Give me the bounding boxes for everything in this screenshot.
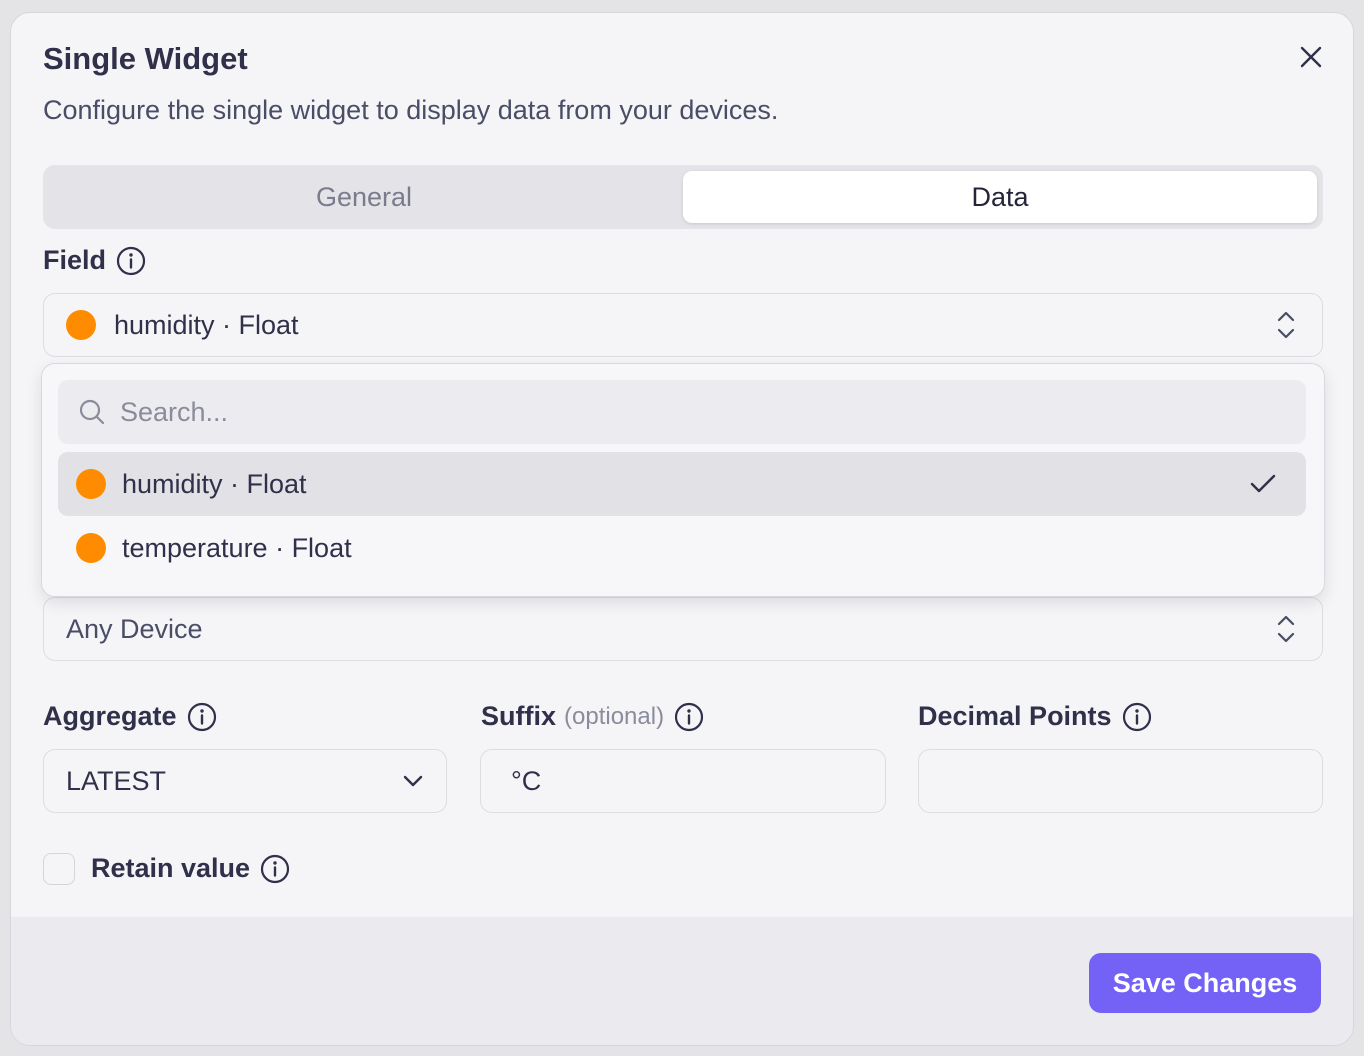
dialog-title: Single Widget — [43, 41, 248, 76]
suffix-label: Suffix (optional) — [481, 701, 704, 732]
decimal-points-label-text: Decimal Points — [918, 701, 1112, 731]
info-icon[interactable] — [187, 702, 217, 732]
suffix-optional-hint: (optional) — [564, 702, 665, 730]
field-dropdown: humidity · Float temperature · Float — [41, 363, 1325, 597]
field-option-humidity[interactable]: humidity · Float — [58, 452, 1306, 516]
device-select[interactable]: Any Device — [43, 597, 1323, 661]
info-icon[interactable] — [1122, 702, 1152, 732]
save-changes-button[interactable]: Save Changes — [1089, 953, 1321, 1013]
info-icon[interactable] — [260, 854, 290, 884]
device-selected-value: Any Device — [66, 613, 203, 644]
field-option-label: temperature · Float — [122, 532, 352, 563]
close-icon — [1300, 46, 1322, 68]
field-option-label: humidity · Float — [122, 468, 307, 499]
close-button[interactable] — [1295, 41, 1327, 73]
aggregate-value: LATEST — [66, 765, 167, 796]
tab-data[interactable]: Data — [683, 171, 1317, 223]
field-select[interactable]: humidity · Float — [43, 293, 1323, 357]
aggregate-label-text: Aggregate — [43, 701, 177, 731]
suffix-input[interactable]: °C — [480, 749, 886, 813]
search-icon — [79, 399, 105, 425]
info-icon[interactable] — [116, 246, 146, 276]
dialog-subtitle: Configure the single widget to display d… — [43, 95, 779, 125]
decimal-points-input[interactable] — [918, 749, 1323, 813]
field-type-dot — [66, 310, 96, 340]
field-label-text: Field — [43, 245, 107, 275]
tab-bar: General Data — [43, 165, 1323, 229]
tab-general[interactable]: General — [49, 171, 679, 223]
retain-value-label: Retain value — [91, 853, 290, 884]
retain-value-checkbox[interactable] — [43, 853, 75, 885]
chevron-up-down-icon — [1277, 615, 1295, 643]
check-icon — [1250, 474, 1276, 493]
dialog-footer: Save Changes — [11, 917, 1353, 1045]
field-label: Field — [43, 245, 146, 276]
aggregate-select[interactable]: LATEST — [43, 749, 447, 813]
info-icon[interactable] — [674, 702, 704, 732]
suffix-label-text: Suffix — [481, 701, 557, 731]
field-selected-value: humidity · Float — [114, 309, 299, 340]
widget-dialog: Single Widget Configure the single widge… — [10, 12, 1354, 1046]
aggregate-label: Aggregate — [43, 701, 217, 732]
field-search — [58, 380, 1306, 444]
chevron-down-icon — [403, 775, 423, 787]
retain-value-label-text: Retain value — [91, 853, 251, 883]
search-input[interactable] — [120, 396, 1220, 428]
field-option-temperature[interactable]: temperature · Float — [58, 516, 1306, 580]
decimal-points-label: Decimal Points — [918, 701, 1152, 732]
chevron-up-down-icon — [1277, 311, 1295, 339]
field-type-dot — [76, 469, 106, 499]
suffix-value: °C — [511, 765, 542, 796]
field-type-dot — [76, 533, 106, 563]
